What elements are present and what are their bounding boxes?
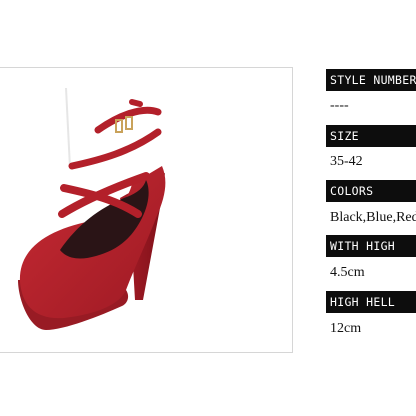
spec-value-high-hell: 12cm — [330, 321, 362, 336]
spec-value-style-number: ---- — [330, 98, 349, 113]
product-photo — [0, 67, 293, 353]
spec-header-style-number: STYLE NUMBER — [326, 69, 416, 91]
spec-value-size: 35-42 — [330, 154, 363, 169]
buckle-icon — [125, 116, 133, 130]
ankle-strap-top — [94, 106, 162, 134]
shoe-image — [18, 87, 166, 330]
spec-value-with-high: 4.5cm — [330, 265, 365, 280]
ankle-strap-front — [68, 128, 162, 170]
spec-header-colors: COLORS — [326, 180, 416, 202]
spec-value-colors: Black,Blue,Red — [330, 210, 416, 225]
spec-header-with-high: WITH HIGH — [326, 235, 416, 257]
spec-header-size: SIZE — [326, 125, 416, 147]
stand-shape — [65, 87, 71, 169]
buckle-icon — [115, 119, 123, 133]
strap-tip — [129, 99, 143, 107]
spec-header-high-hell: HIGH HELL — [326, 291, 416, 313]
